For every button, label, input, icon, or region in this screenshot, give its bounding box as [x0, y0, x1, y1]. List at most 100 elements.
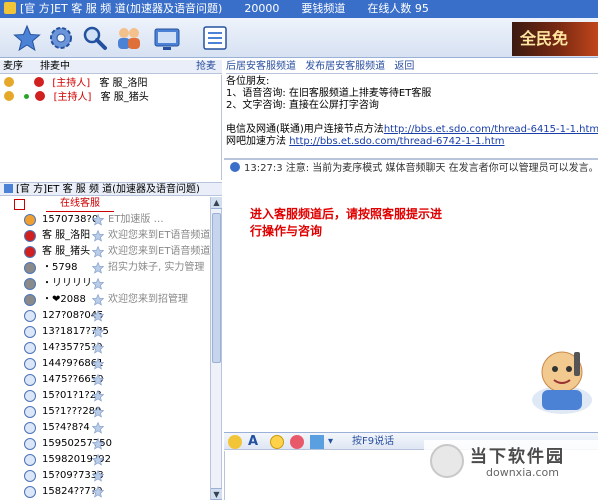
user-row[interactable]: 14?357?5?0 [0, 340, 210, 356]
user-row[interactable]: 15824??7?0 [0, 484, 210, 500]
face-icon[interactable] [228, 435, 242, 449]
channel-tree-root[interactable]: [官 方]ET 客 服 频 道(加速器及语音问题) [0, 182, 222, 196]
user-avatar-icon [24, 406, 36, 418]
star-badge-icon [91, 245, 105, 258]
user-avatar-icon [24, 374, 36, 386]
user-name: 1570738?0 [42, 214, 99, 225]
tab-old-channel[interactable]: 后居安客服频道 [226, 61, 296, 72]
host-row[interactable]: [主持人] 客 服_猪头 [4, 91, 149, 105]
scroll-thumb[interactable] [212, 213, 221, 363]
forum-link[interactable]: http://bbs.et.sdo.com/thread-6415-1-1.ht… [384, 124, 598, 135]
flower-icon[interactable] [290, 435, 304, 449]
host-badge-icon [34, 77, 45, 87]
user-row[interactable]: 1570738?0 ET加速版 … [0, 212, 210, 228]
star-badge-icon [91, 357, 105, 370]
user-row[interactable]: 15?09?7338 [0, 468, 210, 484]
channel-title: [官 方]ET 客 服 频 道(加速器及语音问题) [20, 2, 223, 15]
user-avatar-icon [24, 310, 36, 322]
user-name: 客 服_洛阳 [42, 230, 91, 241]
star-badge-icon [91, 213, 105, 226]
main-toolbar [0, 18, 598, 58]
host-name: 客 服_洛阳 [99, 78, 148, 89]
user-signature: 欢迎您来到ET语音频道 [108, 246, 210, 257]
user-row[interactable]: 客 服_猪头 欢迎您来到ET语音频道 [0, 244, 210, 260]
user-row[interactable]: 客 服_洛阳 欢迎您来到ET语音频道 [0, 228, 210, 244]
star-badge-icon [91, 437, 105, 450]
user-row[interactable]: 144?9?6861 [0, 356, 210, 372]
user-row[interactable]: 15?1???289 [0, 404, 210, 420]
window-titlebar: [官 方]ET 客 服 频 道(加速器及语音问题) 20000 要钱频道 在线人数 9… [0, 0, 598, 18]
star-badge-icon [91, 229, 105, 242]
channel-id: 20000 [244, 2, 280, 15]
tab-back[interactable]: 返回 [394, 61, 414, 72]
user-row[interactable]: 15?4?8?4 [0, 420, 210, 436]
user-avatar-icon [24, 294, 36, 306]
user-avatar-icon [24, 486, 36, 498]
online-service-group[interactable]: 在线客服 [0, 197, 210, 212]
arrow-icon[interactable]: ▾ [328, 435, 342, 449]
collapse-toggle-icon[interactable] [14, 199, 25, 210]
host-row[interactable]: [主持人] 客 服_洛阳 [4, 77, 148, 91]
scroll-up-icon[interactable]: ▲ [211, 197, 222, 209]
user-avatar-icon [24, 454, 36, 466]
users-icon[interactable] [114, 24, 144, 52]
user-name: 客 服_猪头 [42, 246, 91, 257]
grab-mic-button[interactable]: 抢麦 [196, 60, 216, 74]
star-icon[interactable] [12, 24, 42, 52]
watermark: 当下软件园 downxia.com [424, 440, 598, 486]
user-name: ・❤2088 [42, 294, 86, 305]
user-list-scrollbar[interactable]: ▲ ▼ [210, 197, 222, 500]
font-icon[interactable]: A [248, 435, 262, 449]
star-badge-icon [91, 405, 105, 418]
online-count: 在线人数 95 [367, 2, 429, 15]
user-avatar-icon [24, 422, 36, 434]
user-row[interactable]: ・❤2088 欢迎您来到招管理 [0, 292, 210, 308]
ad-banner[interactable]: 全民免 [512, 22, 598, 56]
user-avatar-icon [24, 438, 36, 450]
user-avatar-icon [24, 230, 36, 242]
house-icon [4, 184, 13, 193]
system-message-text: 13:27:3 注意: 当前为麦序模式 媒体音频聊天 在发言者你可以管理员可以发… [244, 163, 598, 174]
user-row[interactable]: 13?1817?7?5 [0, 324, 210, 340]
user-row[interactable]: 15982019?92 [0, 452, 210, 468]
user-name: 15?4?8?4 [42, 422, 90, 433]
user-avatar-icon [24, 390, 36, 402]
host-role: [主持人] [52, 78, 91, 89]
watermark-url: downxia.com [486, 466, 559, 479]
app-icon [4, 2, 16, 14]
system-message: 13:27:3 注意: 当前为麦序模式 媒体音频聊天 在发言者你可以管理员可以发… [230, 162, 598, 176]
user-row[interactable]: 127?08?045 [0, 308, 210, 324]
search-icon[interactable] [80, 24, 110, 52]
group-label: 在线客服 [46, 197, 114, 212]
user-row[interactable]: 15?01?1?2? [0, 388, 210, 404]
watermark-title: 当下软件园 [470, 447, 565, 467]
splitter[interactable] [224, 158, 598, 160]
tab-publish-channel[interactable]: 发布居安客服频道 [305, 61, 385, 72]
chart-icon[interactable] [310, 435, 324, 449]
notice-link2-prefix: 网吧加速方法 [226, 136, 286, 147]
gear-icon[interactable] [46, 24, 76, 52]
emoji-icon[interactable] [270, 435, 284, 449]
user-row[interactable]: 15950257750 [0, 436, 210, 452]
tv-icon[interactable] [152, 24, 182, 52]
star-badge-icon [91, 261, 105, 274]
netbar-link[interactable]: http://bbs.et.sdo.com/thread-6742-1-1.ht… [289, 136, 504, 147]
mic-order-label[interactable]: 麦序 [3, 60, 23, 74]
notice-line: 1、语音咨询: 在旧客服频道上排麦等待ET客服 [226, 88, 432, 99]
user-row[interactable]: ・5798 招实力妹子, 实力管理 [0, 260, 210, 276]
push-to-talk-button[interactable]: 按F9说话 [352, 433, 394, 451]
notice-greeting: 各位朋友: [226, 76, 270, 87]
online-dot-icon [24, 94, 30, 99]
scroll-down-icon[interactable]: ▼ [211, 488, 222, 500]
user-signature: 欢迎您来到ET语音频道 [108, 230, 210, 241]
user-avatar-icon [24, 326, 36, 338]
star-badge-icon [91, 325, 105, 338]
channel-tree-title: [官 方]ET 客 服 频 道(加速器及语音问题) [16, 184, 200, 195]
host-name: 客 服_猪头 [100, 92, 149, 103]
user-row[interactable]: ・リリリリ [0, 276, 210, 292]
user-row[interactable]: 1475??6650 [0, 372, 210, 388]
list-icon[interactable] [200, 24, 230, 52]
star-badge-icon [91, 421, 105, 434]
user-avatar-icon [24, 262, 36, 274]
user-avatar-icon [24, 278, 36, 290]
